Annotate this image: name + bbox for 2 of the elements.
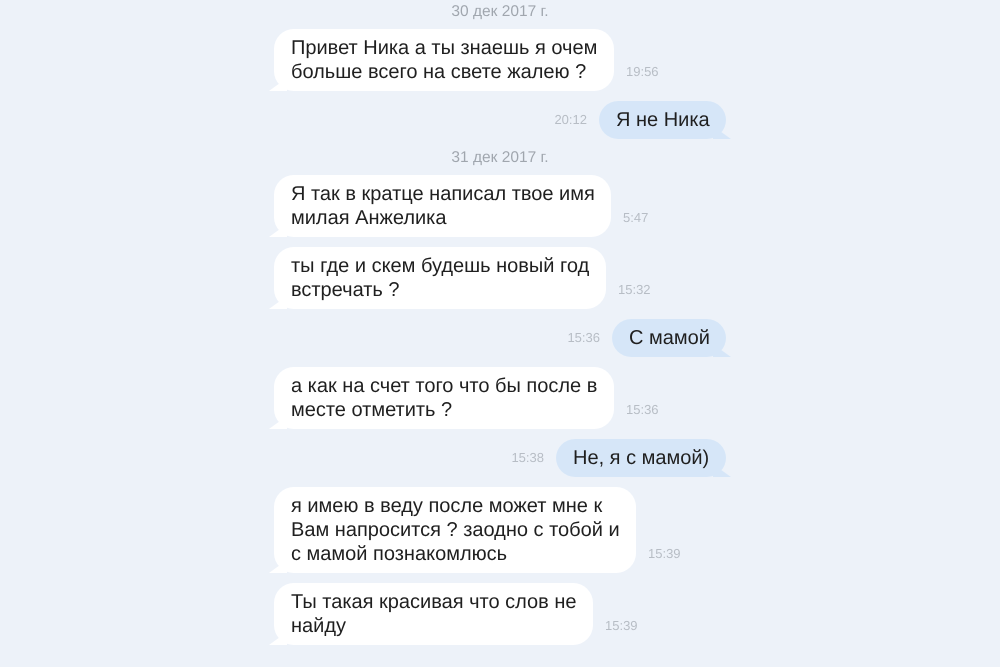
date-separator: 30 дек 2017 г. xyxy=(450,3,550,21)
date-separator: 31 дек 2017 г. xyxy=(450,149,550,167)
